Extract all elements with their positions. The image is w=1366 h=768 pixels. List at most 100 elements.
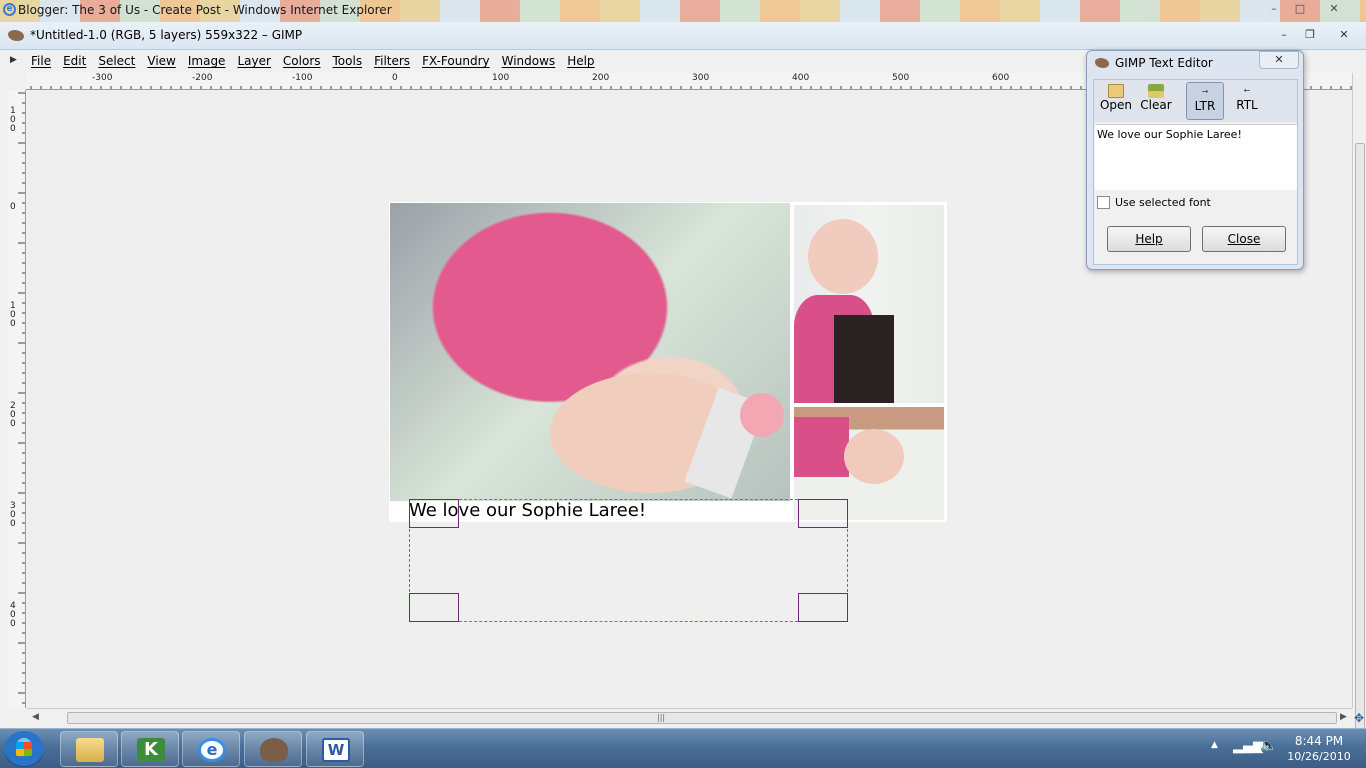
taskbar-clock[interactable]: 8:44 PM 10/26/2010	[1278, 733, 1360, 765]
clear-label: Clear	[1140, 98, 1172, 112]
gimp-close-button[interactable]: ✕	[1324, 27, 1364, 43]
taskbar-internet-explorer[interactable]: e	[182, 731, 240, 767]
taskbar-word[interactable]: W	[306, 731, 364, 767]
navigate-icon[interactable]: ✥	[1354, 711, 1364, 725]
ruler-label: 200	[592, 73, 610, 83]
scroll-left-arrow-icon[interactable]: ◀	[32, 712, 39, 722]
text-layer-bounding-box[interactable]	[409, 499, 848, 622]
show-hidden-icons-arrow-icon[interactable]: ▲	[1211, 740, 1218, 750]
ruler-label: 3 0 0	[10, 501, 16, 529]
resize-handle-bottom-left[interactable]	[409, 593, 459, 622]
close-button[interactable]: ✕	[1314, 1, 1354, 17]
menu-help[interactable]: Help	[561, 54, 600, 68]
ie-title-bar: e Blogger: The 3 of Us - Create Post - W…	[0, 0, 1366, 22]
ltr-button[interactable]: → LTR	[1186, 82, 1224, 120]
clock-time: 8:44 PM	[1294, 734, 1344, 748]
gimp-icon	[1095, 58, 1109, 68]
horizontal-scrollbar[interactable]: ◀ ||| ▶	[27, 708, 1352, 726]
system-tray: ▲ ▂▄▆ 🔈	[1205, 737, 1285, 761]
rtl-direction-icon: ←	[1243, 86, 1251, 95]
gimp-icon	[8, 30, 24, 41]
menu-layer[interactable]: Layer	[231, 54, 276, 68]
close-label: Close	[1227, 232, 1261, 246]
network-icon[interactable]: ▂▄▆	[1233, 739, 1263, 754]
taskbar-explorer[interactable]	[60, 731, 118, 767]
dialog-close-button[interactable]: ✕	[1259, 51, 1299, 69]
folder-icon	[76, 738, 104, 762]
ruler-label: -300	[92, 73, 113, 83]
taskbar-app-k[interactable]: K	[121, 731, 179, 767]
ruler-label: 600	[992, 73, 1010, 83]
dialog-body: Open Clear → LTR ← RTL We love our Sophi…	[1093, 79, 1298, 265]
photo-face	[844, 429, 904, 484]
vertical-ruler[interactable]: 1 0 0 0 1 0 0 2 0 0 3 0 0 4 0 0	[8, 90, 26, 708]
ruler-label: -100	[292, 73, 313, 83]
maximize-button[interactable]: □	[1288, 1, 1312, 17]
ruler-label: 2 0 0	[10, 401, 16, 429]
broom-icon	[1148, 84, 1164, 98]
top-right-baby-photo	[794, 205, 944, 403]
menu-tools[interactable]: Tools	[327, 54, 369, 68]
clear-button[interactable]: Clear	[1138, 82, 1174, 120]
photo-face	[808, 219, 878, 294]
menu-file[interactable]: File	[25, 54, 57, 68]
menu-windows[interactable]: Windows	[496, 54, 562, 68]
resize-handle-top-right[interactable]	[798, 499, 848, 528]
horizontal-scroll-thumb[interactable]	[67, 712, 1337, 724]
photo-shadow	[834, 315, 894, 403]
menu-image[interactable]: Image	[182, 54, 232, 68]
vertical-scrollbar[interactable]	[1352, 73, 1366, 763]
ruler-label: 300	[692, 73, 710, 83]
scroll-right-arrow-icon[interactable]: ▶	[1340, 712, 1347, 722]
ruler-label: 100	[492, 73, 510, 83]
taskbar-gimp[interactable]	[244, 731, 302, 767]
internet-explorer-icon: e	[198, 738, 226, 762]
vertical-scroll-thumb[interactable]	[1355, 143, 1365, 763]
rtl-button[interactable]: ← RTL	[1228, 82, 1266, 120]
open-label: Open	[1099, 98, 1133, 112]
gimp-title-bar: *Untitled-1.0 (RGB, 5 layers) 559x322 – …	[0, 22, 1366, 50]
image-menu-arrow-icon[interactable]: ▶	[10, 55, 20, 67]
editor-toolbar: Open Clear → LTR ← RTL	[1094, 80, 1297, 122]
help-label: Help	[1135, 232, 1163, 246]
help-button[interactable]: Help	[1107, 226, 1191, 252]
start-button[interactable]	[4, 731, 44, 767]
menu-edit[interactable]: Edit	[57, 54, 92, 68]
ltr-direction-icon: →	[1201, 87, 1209, 96]
clock-date: 10/26/2010	[1287, 750, 1351, 763]
menu-fx-foundry[interactable]: FX-Foundry	[416, 54, 496, 68]
ltr-label: LTR	[1194, 99, 1216, 113]
gimp-text-editor-dialog: GIMP Text Editor ✕ Open Clear → LTR ← RT…	[1086, 50, 1304, 270]
text-entry-area[interactable]: We love our Sophie Laree!	[1095, 124, 1297, 190]
volume-icon[interactable]: 🔈	[1260, 738, 1277, 754]
main-baby-photo	[390, 203, 790, 501]
windows-logo-icon	[16, 742, 32, 756]
resize-handle-bottom-right[interactable]	[798, 593, 848, 622]
resize-handle-top-left[interactable]	[409, 499, 459, 528]
menu-filters[interactable]: Filters	[368, 54, 416, 68]
ruler-label: 0	[10, 202, 16, 212]
ruler-label: 1 0 0	[10, 301, 16, 329]
menu-view[interactable]: View	[141, 54, 181, 68]
ie-window-title: Blogger: The 3 of Us - Create Post - Win…	[18, 3, 392, 17]
image-collage[interactable]	[389, 202, 947, 522]
close-button[interactable]: Close	[1202, 226, 1286, 252]
ruler-label: -200	[192, 73, 213, 83]
windows-taskbar: K e W ▲ ▂▄▆ 🔈 8:44 PM 10/26/2010	[0, 728, 1366, 768]
gimp-icon	[260, 738, 288, 762]
gimp-restore-button[interactable]: ❐	[1298, 27, 1322, 43]
menu-colors[interactable]: Colors	[277, 54, 327, 68]
ruler-label: 400	[792, 73, 810, 83]
dialog-title: GIMP Text Editor	[1115, 56, 1213, 70]
word-icon: W	[322, 738, 350, 762]
gimp-minimize-button[interactable]: –	[1272, 27, 1296, 43]
minimize-button[interactable]: –	[1262, 1, 1286, 17]
photo-body	[794, 417, 849, 477]
ruler-label: 1 0 0	[10, 106, 16, 134]
menu-select[interactable]: Select	[92, 54, 141, 68]
rtl-label: RTL	[1236, 98, 1258, 112]
k-app-icon: K	[137, 738, 165, 762]
use-selected-font-checkbox[interactable]	[1097, 196, 1110, 209]
use-selected-font-label: Use selected font	[1115, 196, 1211, 209]
open-button[interactable]: Open	[1098, 82, 1134, 120]
